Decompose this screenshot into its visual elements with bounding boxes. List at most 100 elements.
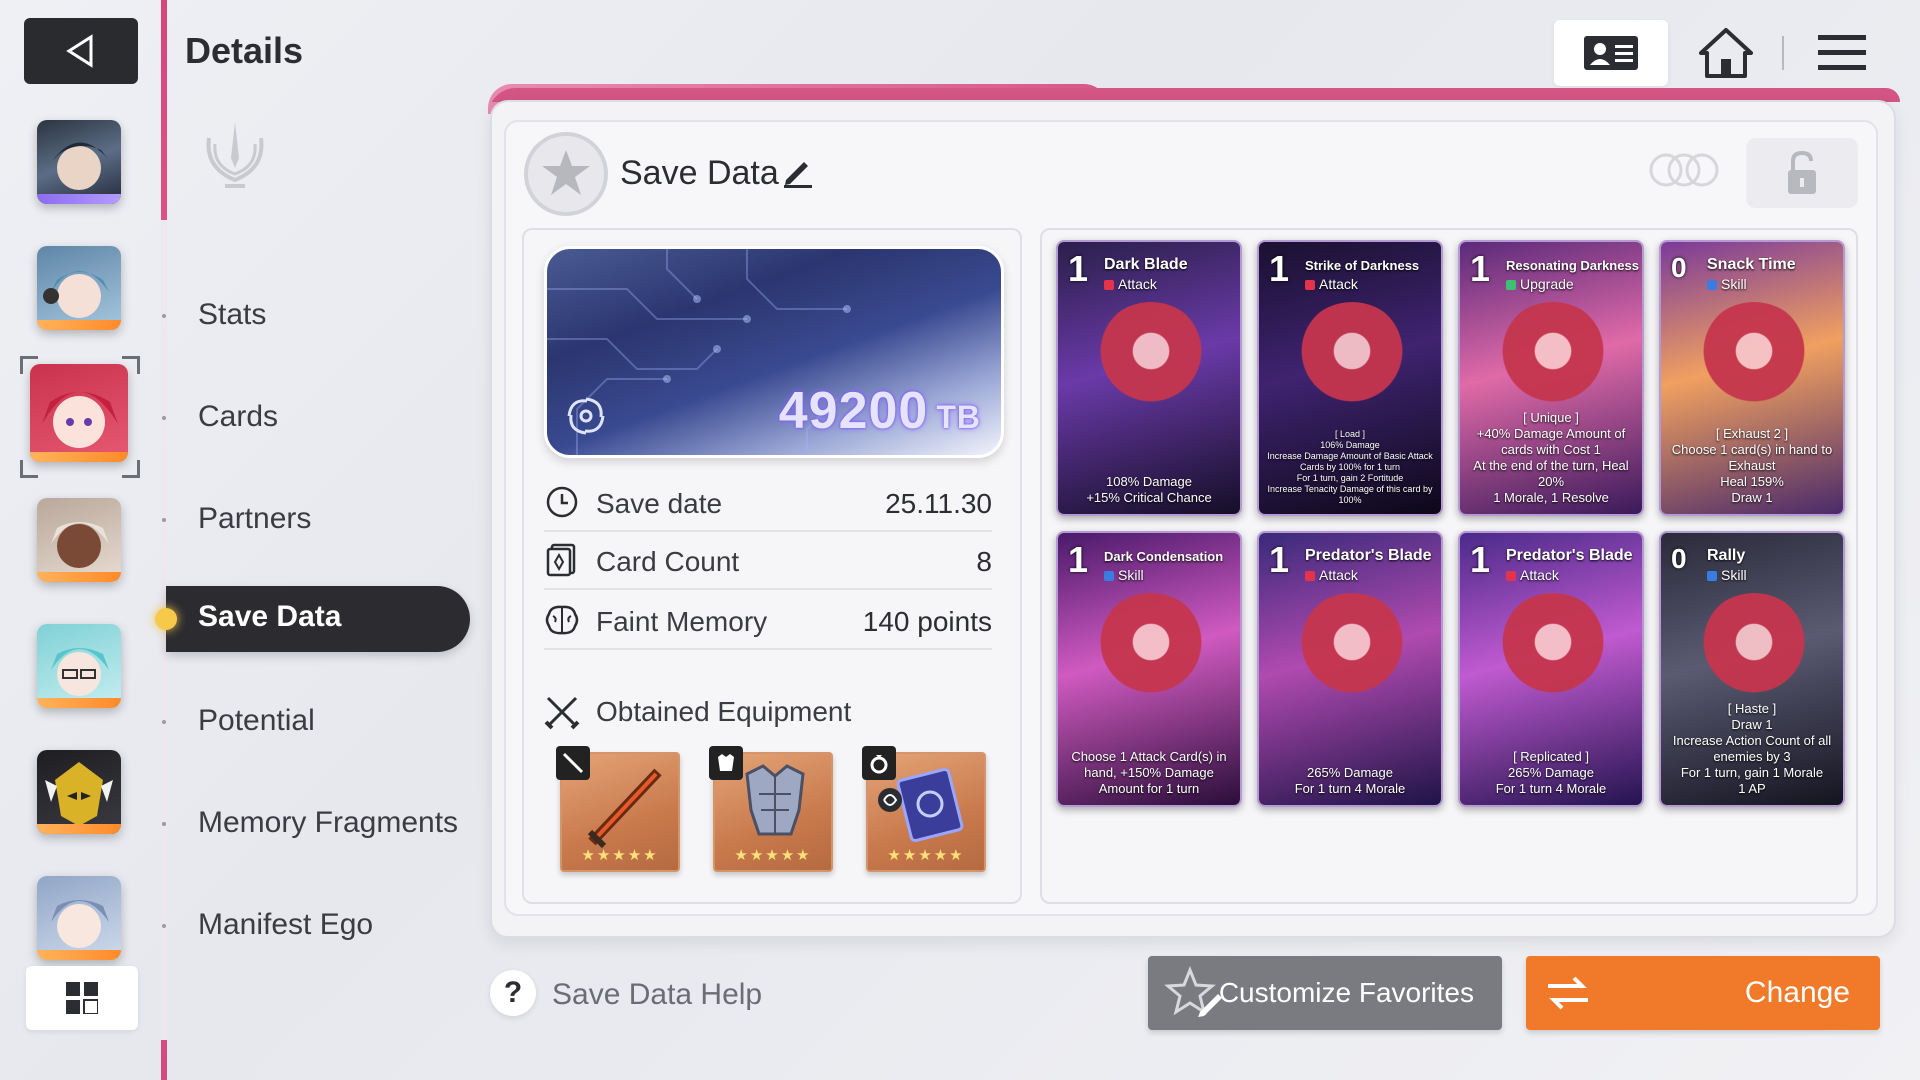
clock-icon (544, 484, 580, 520)
nav-item-partners[interactable]: Partners (198, 502, 311, 536)
deck-card[interactable]: 1 Resonating Darkness Upgrade [ Unique ] +4… (1458, 240, 1644, 516)
card-name: Dark Blade (1104, 256, 1188, 273)
character-portrait-6[interactable] (37, 750, 121, 834)
info-value: 8 (976, 546, 992, 577)
lock-button[interactable] (1746, 138, 1858, 208)
nav-dot (162, 314, 166, 318)
help-icon[interactable]: ? (490, 970, 536, 1016)
home-button[interactable] (1694, 24, 1758, 82)
card-art (1289, 593, 1415, 733)
info-row-faint-memory: Faint Memory 140 points (544, 592, 992, 650)
equipment-stars: ★★★★★ (581, 847, 659, 864)
card-cost: 0 (1671, 252, 1687, 283)
nav-item-memory-fragments[interactable]: Memory Fragments (198, 806, 458, 840)
star-badge-icon (524, 132, 608, 216)
equipment-ring[interactable]: ★★★★★ (862, 746, 986, 872)
card-cost: 1 (1269, 248, 1290, 289)
nav-item-manifest-ego[interactable]: Manifest Ego (198, 908, 373, 942)
equipment-sword[interactable]: ★★★★★ (556, 746, 680, 872)
info-label: Faint Memory (596, 606, 768, 637)
equipment-stars: ★★★★★ (734, 847, 812, 864)
deck-card[interactable]: 1 Dark Condensation Skill Choose 1 Attack C… (1056, 531, 1242, 807)
grid-view-button[interactable] (26, 966, 138, 1030)
deck-card[interactable]: 0 Rally Skill [ Haste ] Draw 1 Increase Act… (1659, 531, 1845, 807)
card-art (1289, 302, 1415, 442)
nav-dot (162, 720, 166, 724)
card-cost: 1 (1068, 248, 1089, 289)
page-title: Details (185, 30, 304, 71)
nav-dot (162, 416, 166, 420)
character-portrait-5[interactable] (37, 624, 121, 708)
brain-icon (544, 602, 580, 638)
card-description: [ Replicated ] 265% Damage For 1 turn 4 … (1495, 749, 1607, 796)
menu-button[interactable] (1810, 24, 1874, 82)
ring-tag-icon (862, 746, 896, 780)
deck-card[interactable]: 0 Snack Time Skill [ Exhaust 2 ] Choose 1 c… (1659, 240, 1845, 516)
card-art (1088, 302, 1214, 442)
character-portrait-2[interactable] (37, 246, 121, 330)
card-name: Rally (1707, 547, 1746, 564)
deck-card[interactable]: 1 Predator's Blade Attack [ Replicated ] 26… (1458, 531, 1644, 807)
nav-item-cards[interactable]: Cards (198, 400, 278, 434)
grid-icon (66, 982, 98, 1014)
card-name: Predator's Blade (1305, 547, 1432, 564)
nav-item-stats[interactable]: Stats (198, 298, 266, 332)
tb-unit: TB (936, 399, 981, 435)
emblem-icon (206, 122, 264, 188)
info-label: Card Count (596, 546, 740, 577)
nav-dot (162, 822, 166, 826)
equipment-armor[interactable]: ★★★★★ (709, 746, 833, 872)
card-name: Resonating Darkness (1506, 258, 1639, 273)
change-button[interactable]: Change (1526, 956, 1880, 1030)
card-art (1088, 593, 1214, 733)
card-type: Skill (1707, 276, 1747, 292)
character-portrait-selected[interactable] (30, 364, 128, 462)
card-name: Snack Time (1707, 256, 1796, 273)
armor-tag-icon (709, 746, 743, 780)
card-icon (544, 542, 580, 578)
nav-dot (162, 924, 166, 928)
info-value: 140 points (862, 606, 992, 637)
card-description: Choose 1 Attack Card(s) in hand, +150% D… (1071, 749, 1227, 796)
active-indicator (155, 608, 177, 630)
card-type: Upgrade (1506, 276, 1574, 292)
home-icon (1699, 28, 1753, 78)
card-description: 108% Damage +15% Critical Chance (1086, 474, 1212, 505)
profile-card-button[interactable] (1554, 20, 1668, 86)
equipment-stars: ★★★★★ (887, 847, 965, 864)
card-name: Strike of Darkness (1305, 258, 1420, 273)
nav-item-potential[interactable]: Potential (198, 704, 315, 738)
card-cost: 1 (1470, 539, 1491, 580)
swap-arrows-icon (1548, 976, 1588, 1010)
back-button[interactable] (24, 18, 138, 84)
card-description: [ Unique ] +40% Damage Amount of cards w… (1473, 410, 1629, 505)
card-art (1490, 593, 1616, 733)
character-rail (0, 0, 160, 1080)
info-row-save-date: Save date 25.11.30 (544, 474, 992, 532)
menu-icon (1818, 35, 1866, 70)
card-description: 265% Damage For 1 turn 4 Morale (1294, 765, 1406, 796)
info-value: 25.11.30 (885, 488, 992, 519)
deck-card[interactable]: 1 Predator's Blade Attack 265% Damage For 1… (1257, 531, 1443, 807)
customize-favorites-button[interactable]: Customize Favorites (1148, 956, 1502, 1030)
selection-bracket (122, 356, 140, 374)
swirl-icon (567, 397, 605, 435)
character-portrait-1[interactable] (37, 120, 121, 204)
card-type: Skill (1707, 567, 1747, 583)
card-cost: 1 (1269, 539, 1290, 580)
info-label: Save date (596, 488, 723, 519)
card-type: Attack (1305, 276, 1358, 292)
card-description: [ Exhaust 2 ] Choose 1 card(s) in hand t… (1671, 426, 1833, 505)
star-edit-icon (1164, 966, 1222, 1017)
card-type: Attack (1104, 276, 1157, 292)
help-link[interactable]: Save Data Help (552, 978, 762, 1012)
character-portrait-4[interactable] (37, 498, 121, 582)
info-row-card-count: Card Count 8 (544, 532, 992, 590)
character-portrait-7[interactable] (37, 876, 121, 960)
edit-pencil-icon[interactable] (782, 158, 814, 188)
card-cost: 0 (1671, 543, 1687, 574)
card-type: Attack (1506, 567, 1559, 583)
deck-card[interactable]: 1 Strike of Darkness Attack [ Load ] 106% D… (1257, 240, 1443, 516)
deck-card[interactable]: 1 Dark Blade Attack 108% Damage +15% Critic… (1056, 240, 1242, 516)
nav-dot (162, 518, 166, 522)
